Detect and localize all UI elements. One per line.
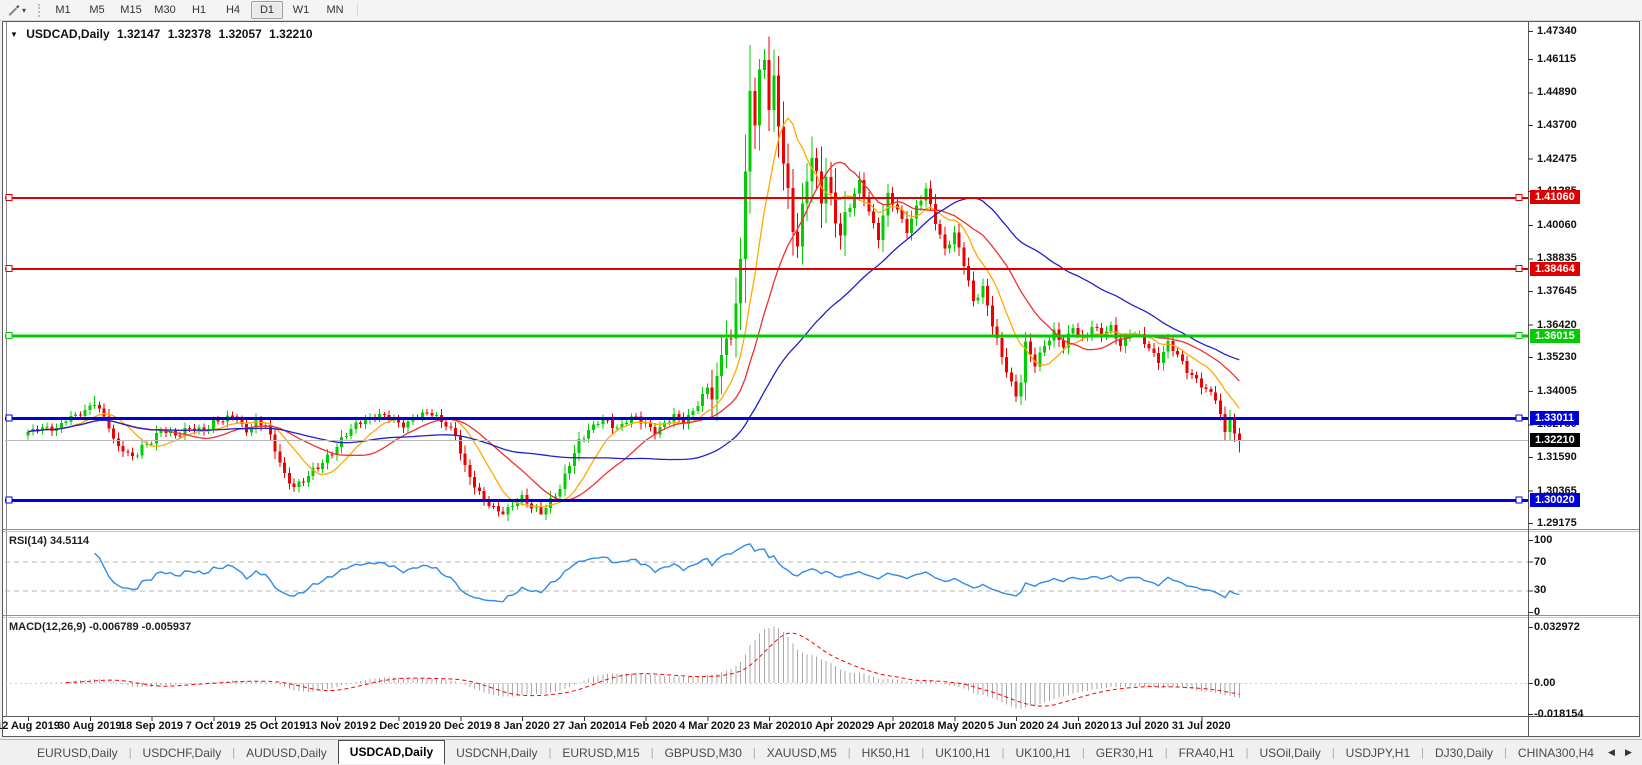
time-axis-label[interactable]: 27 Jan 2020 — [553, 720, 615, 732]
chart-tab-gbpusd-m30[interactable]: GBPUSD,M30 — [654, 743, 753, 764]
price-axis-tick[interactable]: 1.47340 — [1537, 25, 1577, 37]
chart-symbol-label: USDCAD,Daily — [26, 27, 110, 41]
time-axis-label[interactable]: 14 Feb 2020 — [614, 720, 676, 732]
time-axis-label[interactable]: 5 Jun 2020 — [988, 720, 1044, 732]
price-axis-tick[interactable]: 1.37645 — [1537, 285, 1577, 297]
price-axis-tick[interactable]: 1.42475 — [1537, 153, 1577, 165]
hline-price-label[interactable]: 1.30020 — [1530, 492, 1580, 507]
price-axis-tick[interactable]: 1.44890 — [1537, 86, 1577, 98]
time-axis-label[interactable]: 18 May 2020 — [922, 720, 986, 732]
hline-price-label[interactable]: 1.41060 — [1530, 190, 1580, 205]
chart-title: ▼ USDCAD,Daily 1.32147 1.32378 1.32057 1… — [10, 27, 317, 41]
macd-scale-tick[interactable]: 0.032972 — [1534, 621, 1580, 633]
chart-tab-uk100-h1[interactable]: UK100,H1 — [1004, 743, 1081, 764]
macd-indicator-label: MACD(12,26,9) -0.006789 -0.005937 — [9, 621, 192, 633]
chart-window: ▼ USDCAD,Daily 1.32147 1.32378 1.32057 1… — [0, 0, 1642, 764]
time-axis-label[interactable]: 8 Jan 2020 — [494, 720, 550, 732]
rsi-scale-tick[interactable]: 100 — [1534, 534, 1552, 546]
mt4-application: { "toolbar": { "timeframes": ["M1","M5",… — [0, 0, 1642, 765]
ohlc-close: 1.32210 — [269, 27, 313, 41]
hline-price-label[interactable]: 1.38464 — [1530, 261, 1580, 276]
chart-tab-usdchf-daily[interactable]: USDCHF,Daily — [132, 743, 233, 764]
chart-tab-hk50-h1[interactable]: HK50,H1 — [851, 743, 922, 764]
chart-tab-usdcad-daily[interactable]: USDCAD,Daily — [337, 740, 446, 764]
chart-tab-fra40-h1[interactable]: FRA40,H1 — [1168, 743, 1246, 764]
time-axis-label[interactable]: 18 Sep 2019 — [120, 720, 183, 732]
rsi-indicator-label: RSI(14) 34.5114 — [9, 535, 90, 547]
time-axis-label[interactable]: 13 Nov 2019 — [305, 720, 369, 732]
rsi-scale-tick[interactable]: 30 — [1534, 584, 1546, 596]
chart-tab-xauusd-m5[interactable]: XAUUSD,M5 — [756, 743, 848, 764]
time-axis-label[interactable]: 7 Oct 2019 — [186, 720, 241, 732]
price-axis-tick[interactable]: 1.29175 — [1537, 517, 1577, 529]
time-axis-label[interactable]: 20 Dec 2019 — [429, 720, 492, 732]
price-axis-tick[interactable]: 1.35230 — [1537, 351, 1577, 363]
chart-tab-ger30-h1[interactable]: GER30,H1 — [1085, 743, 1165, 764]
chart-tab-usdjpy-h1[interactable]: USDJPY,H1 — [1335, 743, 1421, 764]
chart-tab-dj30-daily[interactable]: DJ30,Daily — [1424, 743, 1504, 764]
chart-tab-audusd-daily[interactable]: AUDUSD,Daily — [235, 743, 338, 764]
hline-price-label[interactable]: 1.36015 — [1530, 328, 1580, 343]
time-axis-label[interactable]: 4 Mar 2020 — [679, 720, 735, 732]
time-axis-label[interactable]: 12 Aug 2019 — [0, 720, 60, 732]
chart-tab-bar: EURUSD,Daily | USDCHF,Daily | AUDUSD,Daily US… — [0, 739, 1642, 764]
symbol-dropdown-icon[interactable]: ▼ — [10, 30, 18, 39]
price-axis-tick[interactable]: 1.40060 — [1537, 219, 1577, 231]
current-price-label: 1.32210 — [1530, 432, 1580, 447]
tab-scroll-left-icon[interactable]: ◀ — [1608, 747, 1615, 758]
macd-scale-tick[interactable]: 0.00 — [1534, 677, 1555, 689]
time-axis-label[interactable]: 25 Oct 2019 — [244, 720, 305, 732]
rsi-scale-tick[interactable]: 70 — [1534, 556, 1546, 568]
hline-price-label[interactable]: 1.33011 — [1530, 411, 1580, 425]
chart-tab-eurusd-m15[interactable]: EURUSD,M15 — [551, 743, 650, 764]
ohlc-low: 1.32057 — [218, 27, 262, 41]
chart-tab-uk100-h1[interactable]: UK100,H1 — [924, 743, 1001, 764]
macd-scale-tick[interactable]: -0.018154 — [1534, 708, 1584, 720]
chart-tab-usdcnh-daily[interactable]: USDCNH,Daily — [445, 743, 548, 764]
chart-tab-china300-h4[interactable]: CHINA300,H4 — [1507, 743, 1605, 764]
time-axis-label[interactable]: 31 Jul 2020 — [1172, 720, 1231, 732]
rsi-scale-tick[interactable]: 0 — [1534, 606, 1540, 618]
time-axis-label[interactable]: 29 Apr 2020 — [862, 720, 923, 732]
price-axis-tick[interactable]: 1.43700 — [1537, 119, 1577, 131]
time-axis-label[interactable]: 2 Dec 2019 — [370, 720, 427, 732]
time-axis-label[interactable]: 23 Mar 2020 — [738, 720, 800, 732]
tab-scroll-right-icon[interactable]: ▶ — [1625, 747, 1632, 758]
price-axis-tick[interactable]: 1.46115 — [1537, 53, 1576, 65]
time-axis-label[interactable]: 24 Jun 2020 — [1047, 720, 1109, 732]
time-axis-label[interactable]: 30 Aug 2019 — [58, 720, 122, 732]
price-axis-tick[interactable]: 1.31590 — [1537, 451, 1577, 463]
chart-canvas[interactable] — [0, 0, 1642, 764]
time-axis-label[interactable]: 10 Apr 2020 — [800, 720, 861, 732]
ohlc-open: 1.32147 — [116, 27, 161, 41]
time-axis-label[interactable]: 13 Jul 2020 — [1110, 720, 1169, 732]
chart-tab-usoil-daily[interactable]: USOil,Daily — [1248, 743, 1331, 764]
ohlc-high: 1.32378 — [167, 27, 212, 41]
price-axis-tick[interactable]: 1.34005 — [1537, 385, 1577, 397]
chart-tab-eurusd-daily[interactable]: EURUSD,Daily — [26, 743, 129, 764]
tab-scroll-arrows: ◀ ▶ — [1598, 739, 1642, 765]
